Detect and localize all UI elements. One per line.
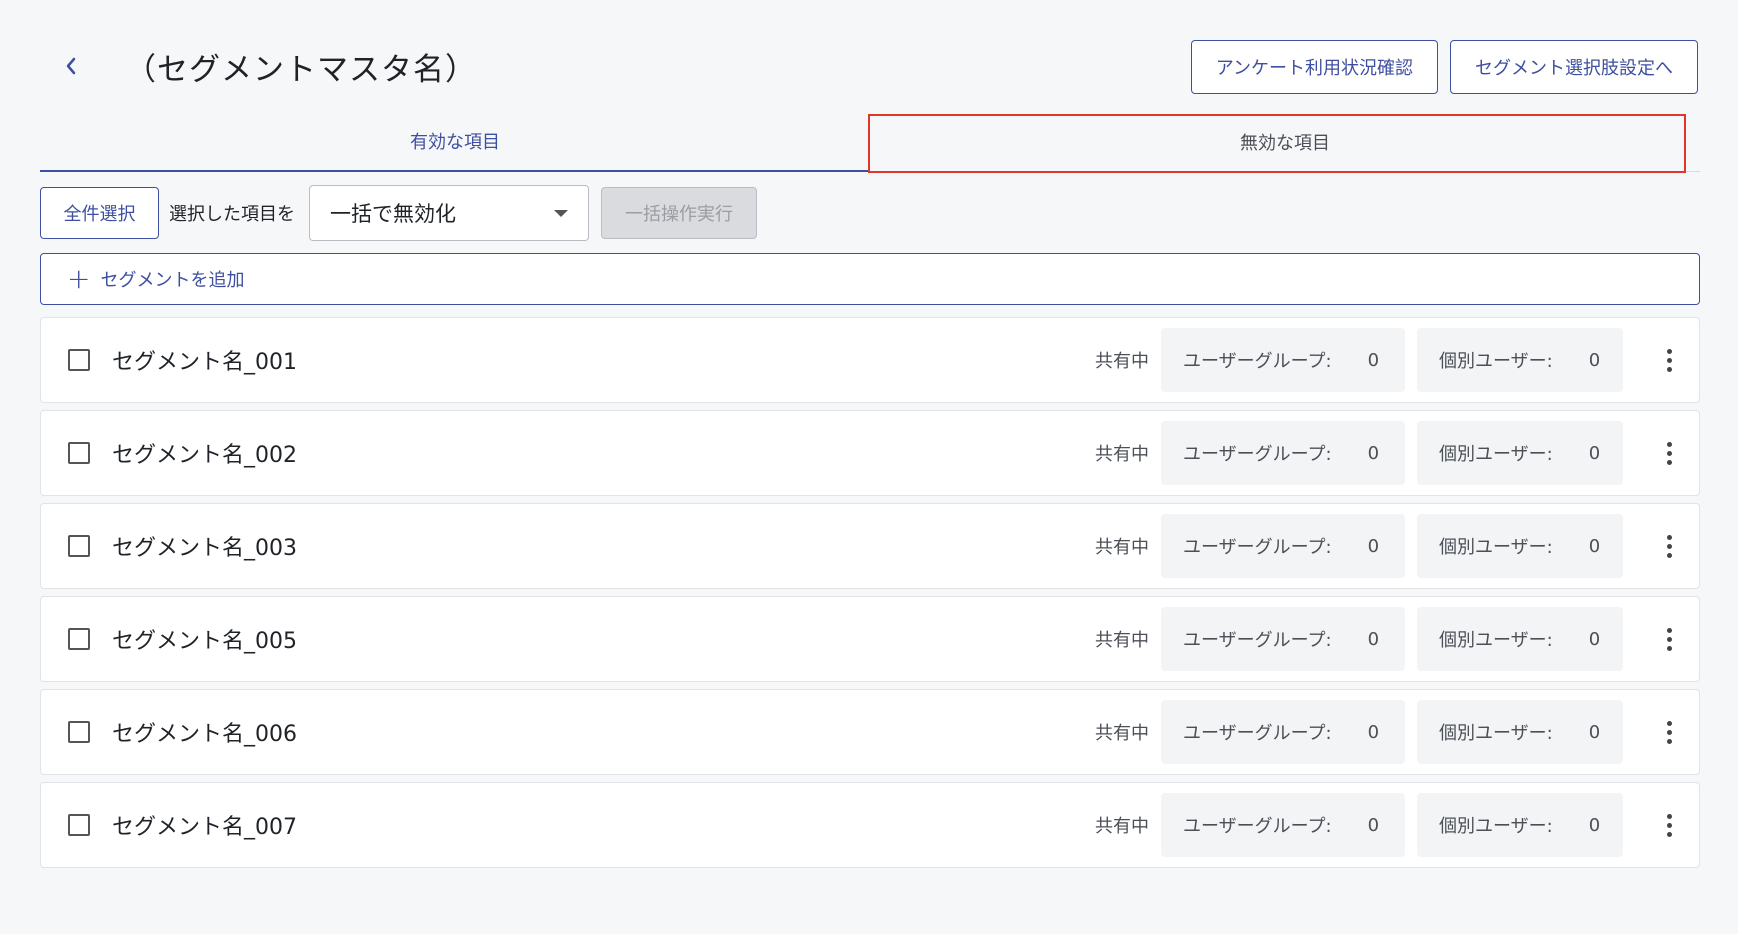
individual-user-count: 個別ユーザー: 0 bbox=[1417, 514, 1623, 578]
more-vert-icon[interactable] bbox=[1649, 526, 1689, 566]
individual-user-count: 個別ユーザー: 0 bbox=[1417, 793, 1623, 857]
more-vert-icon[interactable] bbox=[1649, 712, 1689, 752]
more-vert-icon[interactable] bbox=[1649, 619, 1689, 659]
tab-invalid-items[interactable]: 無効な項目 bbox=[870, 112, 1700, 172]
user-group-value: 0 bbox=[1367, 814, 1380, 836]
sharing-status: 共有中 bbox=[1095, 630, 1149, 651]
user-group-count: ユーザーグループ: 0 bbox=[1161, 514, 1405, 578]
list-item: セグメント名_001 共有中 ユーザーグループ: 0 個別ユーザー: 0 bbox=[40, 317, 1700, 403]
chevron-left-icon bbox=[66, 57, 76, 75]
individual-user-label: 個別ユーザー: bbox=[1439, 723, 1553, 744]
individual-user-value: 0 bbox=[1588, 442, 1601, 464]
user-group-label: ユーザーグループ: bbox=[1183, 444, 1332, 465]
user-group-label: ユーザーグループ: bbox=[1183, 351, 1332, 372]
sharing-status: 共有中 bbox=[1095, 444, 1149, 465]
bulk-toolbar: 全件選択 選択した項目を 一括で無効化 一括操作実行 bbox=[40, 185, 757, 241]
individual-user-label: 個別ユーザー: bbox=[1439, 630, 1553, 651]
row-checkbox[interactable] bbox=[68, 535, 90, 557]
individual-user-label: 個別ユーザー: bbox=[1439, 351, 1553, 372]
segment-name: セグメント名_007 bbox=[112, 815, 297, 840]
segment-list: セグメント名_001 共有中 ユーザーグループ: 0 個別ユーザー: 0 セグメント… bbox=[40, 317, 1700, 875]
user-group-label: ユーザーグループ: bbox=[1183, 537, 1332, 558]
add-segment-button[interactable]: + セグメントを追加 bbox=[40, 253, 1700, 305]
bulk-execute-button[interactable]: 一括操作実行 bbox=[601, 187, 757, 239]
individual-user-label: 個別ユーザー: bbox=[1439, 537, 1553, 558]
segment-name: セグメント名_006 bbox=[112, 722, 297, 747]
individual-user-value: 0 bbox=[1588, 628, 1601, 650]
segment-options-settings-button[interactable]: セグメント選択肢設定へ bbox=[1450, 40, 1698, 94]
individual-user-count: 個別ユーザー: 0 bbox=[1417, 328, 1623, 392]
more-vert-icon[interactable] bbox=[1649, 340, 1689, 380]
user-group-count: ユーザーグループ: 0 bbox=[1161, 700, 1405, 764]
list-item: セグメント名_002 共有中 ユーザーグループ: 0 個別ユーザー: 0 bbox=[40, 410, 1700, 496]
page-title: （セグメントマスタ名） bbox=[125, 52, 477, 88]
sharing-status: 共有中 bbox=[1095, 723, 1149, 744]
select-all-button[interactable]: 全件選択 bbox=[40, 187, 159, 239]
plus-icon: + bbox=[67, 262, 91, 295]
survey-usage-button[interactable]: アンケート利用状況確認 bbox=[1190, 40, 1438, 94]
individual-user-value: 0 bbox=[1588, 814, 1601, 836]
segment-name: セグメント名_005 bbox=[112, 629, 297, 654]
user-group-count: ユーザーグループ: 0 bbox=[1161, 328, 1405, 392]
user-group-label: ユーザーグループ: bbox=[1183, 630, 1332, 651]
list-item: セグメント名_003 共有中 ユーザーグループ: 0 個別ユーザー: 0 bbox=[40, 503, 1700, 589]
individual-user-value: 0 bbox=[1588, 349, 1601, 371]
caret-down-icon bbox=[554, 209, 568, 217]
individual-user-value: 0 bbox=[1588, 535, 1601, 557]
more-vert-icon[interactable] bbox=[1649, 805, 1689, 845]
sharing-status: 共有中 bbox=[1095, 816, 1149, 837]
segment-name: セグメント名_003 bbox=[112, 536, 297, 561]
more-vert-icon[interactable] bbox=[1649, 433, 1689, 473]
user-group-value: 0 bbox=[1367, 442, 1380, 464]
row-checkbox[interactable] bbox=[68, 442, 90, 464]
user-group-value: 0 bbox=[1367, 721, 1380, 743]
segment-name: セグメント名_001 bbox=[112, 350, 297, 375]
row-checkbox[interactable] bbox=[68, 628, 90, 650]
user-group-count: ユーザーグループ: 0 bbox=[1161, 607, 1405, 671]
user-group-label: ユーザーグループ: bbox=[1183, 723, 1332, 744]
row-checkbox[interactable] bbox=[68, 349, 90, 371]
back-button[interactable] bbox=[55, 50, 87, 82]
individual-user-count: 個別ユーザー: 0 bbox=[1417, 421, 1623, 485]
user-group-value: 0 bbox=[1367, 535, 1380, 557]
user-group-value: 0 bbox=[1367, 628, 1380, 650]
bulk-action-select[interactable]: 一括で無効化 bbox=[309, 185, 589, 241]
individual-user-value: 0 bbox=[1588, 721, 1601, 743]
row-checkbox[interactable] bbox=[68, 721, 90, 743]
header-actions: アンケート利用状況確認 セグメント選択肢設定へ bbox=[1190, 40, 1698, 94]
list-item: セグメント名_005 共有中 ユーザーグループ: 0 個別ユーザー: 0 bbox=[40, 596, 1700, 682]
individual-user-count: 個別ユーザー: 0 bbox=[1417, 700, 1623, 764]
selected-items-label: 選択した項目を bbox=[169, 204, 295, 225]
add-segment-label: セグメントを追加 bbox=[100, 270, 245, 291]
list-item: セグメント名_006 共有中 ユーザーグループ: 0 個別ユーザー: 0 bbox=[40, 689, 1700, 775]
individual-user-label: 個別ユーザー: bbox=[1439, 816, 1553, 837]
bulk-action-value: 一括で無効化 bbox=[330, 202, 456, 226]
user-group-count: ユーザーグループ: 0 bbox=[1161, 793, 1405, 857]
list-item: セグメント名_007 共有中 ユーザーグループ: 0 個別ユーザー: 0 bbox=[40, 782, 1700, 868]
user-group-label: ユーザーグループ: bbox=[1183, 816, 1332, 837]
segment-name: セグメント名_002 bbox=[112, 443, 297, 468]
individual-user-label: 個別ユーザー: bbox=[1439, 444, 1553, 465]
tab-bar: 有効な項目 無効な項目 bbox=[40, 112, 1700, 172]
row-checkbox[interactable] bbox=[68, 814, 90, 836]
individual-user-count: 個別ユーザー: 0 bbox=[1417, 607, 1623, 671]
sharing-status: 共有中 bbox=[1095, 351, 1149, 372]
user-group-value: 0 bbox=[1367, 349, 1380, 371]
user-group-count: ユーザーグループ: 0 bbox=[1161, 421, 1405, 485]
tab-valid-items[interactable]: 有効な項目 bbox=[40, 112, 870, 172]
sharing-status: 共有中 bbox=[1095, 537, 1149, 558]
